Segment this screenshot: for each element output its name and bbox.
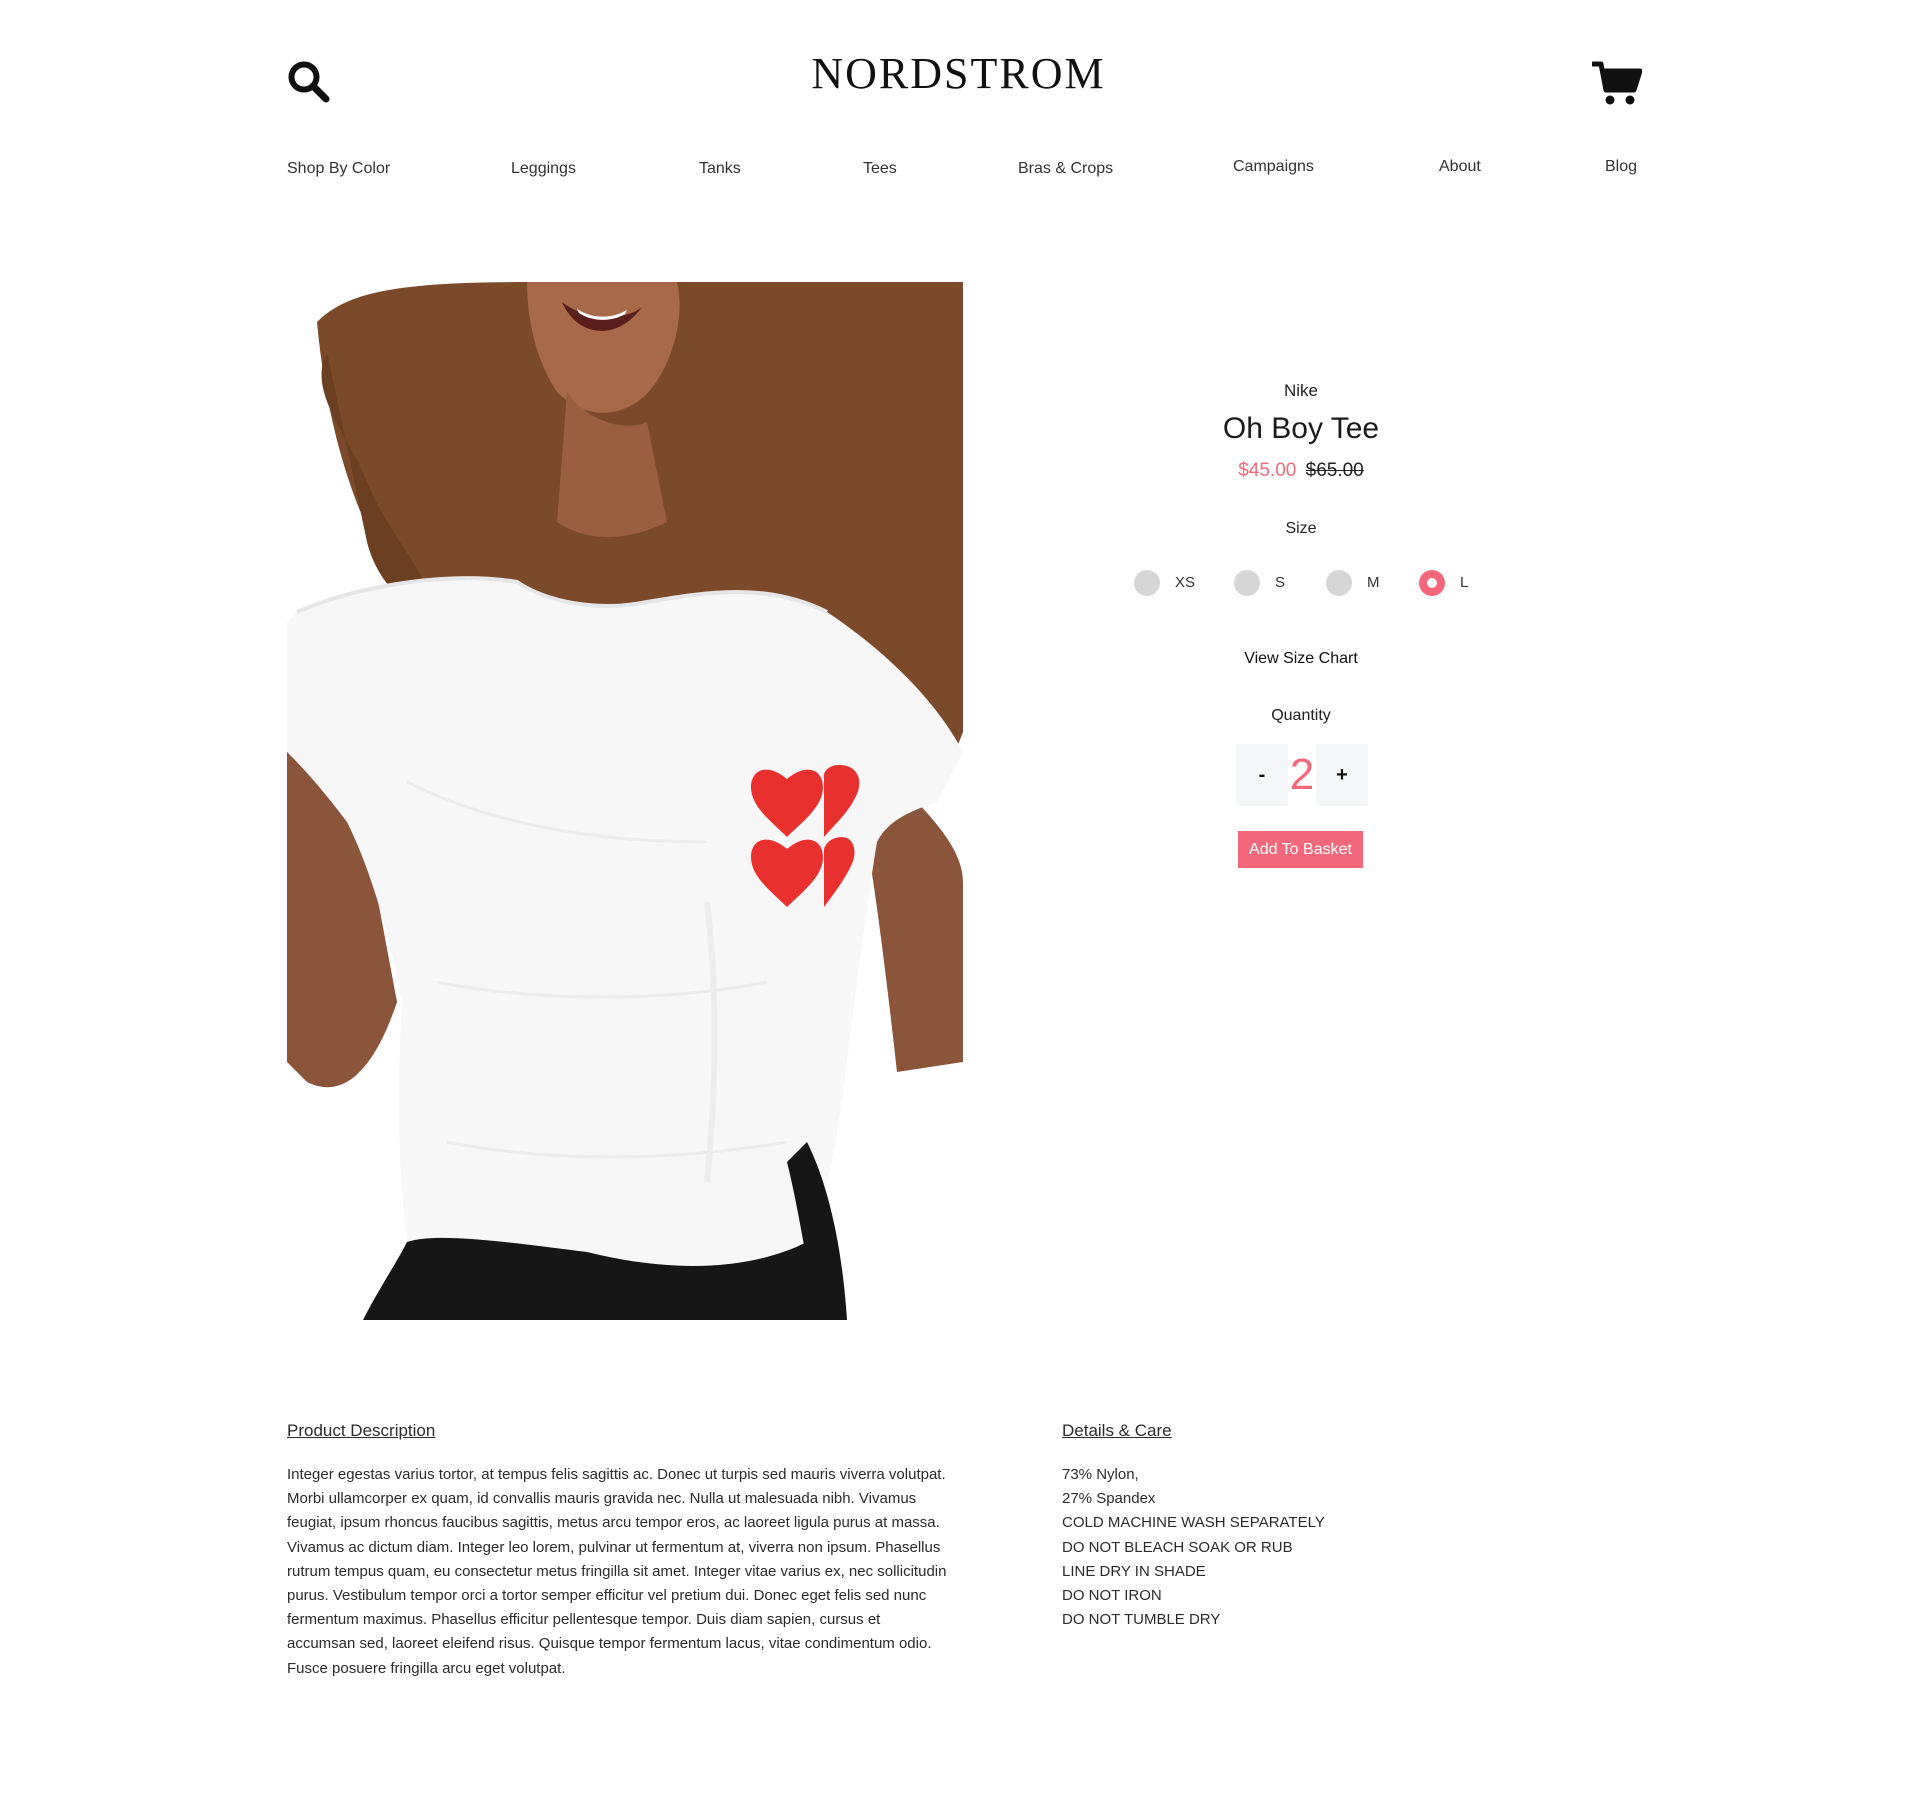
shopping-cart-icon	[1590, 61, 1643, 105]
size-label-xs: XS	[1175, 574, 1196, 591]
nav-item-about[interactable]: About	[1439, 158, 1481, 176]
product-description-title[interactable]: Product Description	[287, 1421, 435, 1441]
size-label-m: M	[1367, 574, 1380, 591]
details-care-title[interactable]: Details & Care	[1062, 1421, 1172, 1441]
care-line: DO NOT TUMBLE DRY	[1062, 1611, 1221, 1629]
quantity-increase-button[interactable]: +	[1316, 744, 1368, 806]
product-info: Nike Oh Boy Tee $45.00 $65.00 Size	[1101, 380, 1501, 540]
size-radio[interactable]	[1326, 570, 1352, 596]
quantity-label: Quantity	[1271, 707, 1331, 724]
care-line: DO NOT IRON	[1062, 1587, 1162, 1605]
nav-item-tanks[interactable]: Tanks	[699, 160, 741, 178]
price-row: $45.00 $65.00	[1101, 458, 1501, 484]
cart-button[interactable]	[1590, 60, 1643, 106]
product-description-text: Integer egestas varius tortor, at tempus…	[287, 1466, 947, 1677]
care-line: COLD MACHINE WASH SEPARATELY	[1062, 1514, 1325, 1532]
sale-price: $45.00	[1238, 460, 1297, 481]
size-label-s: S	[1275, 574, 1286, 591]
add-to-basket-button[interactable]: Add To Basket	[1238, 831, 1363, 868]
size-radio[interactable]	[1234, 570, 1260, 596]
quantity-value[interactable]: 2	[1286, 744, 1318, 806]
size-label-l: L	[1460, 574, 1469, 591]
size-radio[interactable]	[1134, 570, 1160, 596]
product-image	[287, 282, 963, 1320]
care-line: LINE DRY IN SHADE	[1062, 1562, 1206, 1580]
product-brand: Nike	[1283, 381, 1318, 400]
care-line: 27% Spandex	[1062, 1490, 1156, 1508]
nav-item-campaigns[interactable]: Campaigns	[1233, 158, 1314, 176]
nav-item-shop-by-color[interactable]: Shop By Color	[287, 160, 390, 178]
size-label: Size	[1285, 520, 1317, 537]
size-selector: XS S M L	[1134, 568, 1494, 598]
size-radio-selected[interactable]	[1419, 570, 1445, 596]
view-size-chart-link[interactable]: View Size Chart	[1101, 650, 1501, 668]
nav-item-tees[interactable]: Tees	[863, 160, 897, 178]
nav-item-leggings[interactable]: Leggings	[511, 160, 576, 178]
product-title: Oh Boy Tee	[1222, 412, 1380, 445]
quantity-stepper: - + 2	[1236, 744, 1368, 806]
main-navigation: Shop By Color Leggings Tanks Tees Bras &…	[0, 158, 1917, 184]
care-line: DO NOT BLEACH SOAK OR RUB	[1062, 1538, 1293, 1556]
quantity-decrease-button[interactable]: -	[1236, 744, 1288, 806]
details-care-list: 73% Nylon, 27% Spandex COLD MACHINE WASH…	[1062, 1463, 1482, 1632]
care-line: 73% Nylon,	[1062, 1466, 1139, 1483]
original-price: $65.00	[1305, 460, 1364, 481]
nav-item-blog[interactable]: Blog	[1605, 158, 1637, 176]
nav-item-bras-crops[interactable]: Bras & Crops	[1018, 160, 1113, 178]
